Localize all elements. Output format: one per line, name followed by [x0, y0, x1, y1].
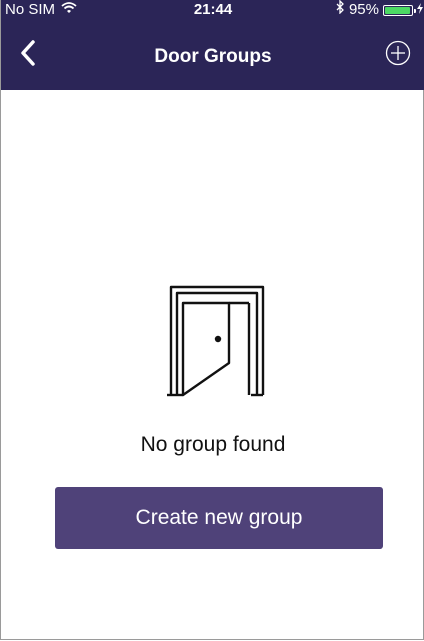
plus-circle-icon [385, 40, 411, 71]
create-group-label: Create new group [135, 506, 303, 529]
bluetooth-icon [336, 0, 345, 20]
status-bar: No SIM 21:44 95% [1, 0, 424, 20]
battery-fill [385, 6, 410, 14]
app-screen: No SIM 21:44 95% Door Groups No group fo… [0, 0, 424, 640]
create-group-button[interactable]: Create new group [55, 487, 383, 549]
status-right: 95% [336, 0, 423, 20]
battery-percent: 95% [348, 1, 379, 18]
empty-message: No group found [140, 433, 286, 456]
navigation-bar: Door Groups [1, 22, 424, 90]
battery-icon [383, 4, 416, 16]
open-door-icon [165, 283, 269, 404]
charging-bolt-icon [417, 0, 423, 20]
top-bar: No SIM 21:44 95% Door Groups [1, 0, 424, 90]
page-title: Door Groups [154, 46, 272, 67]
add-group-button[interactable] [383, 40, 413, 70]
